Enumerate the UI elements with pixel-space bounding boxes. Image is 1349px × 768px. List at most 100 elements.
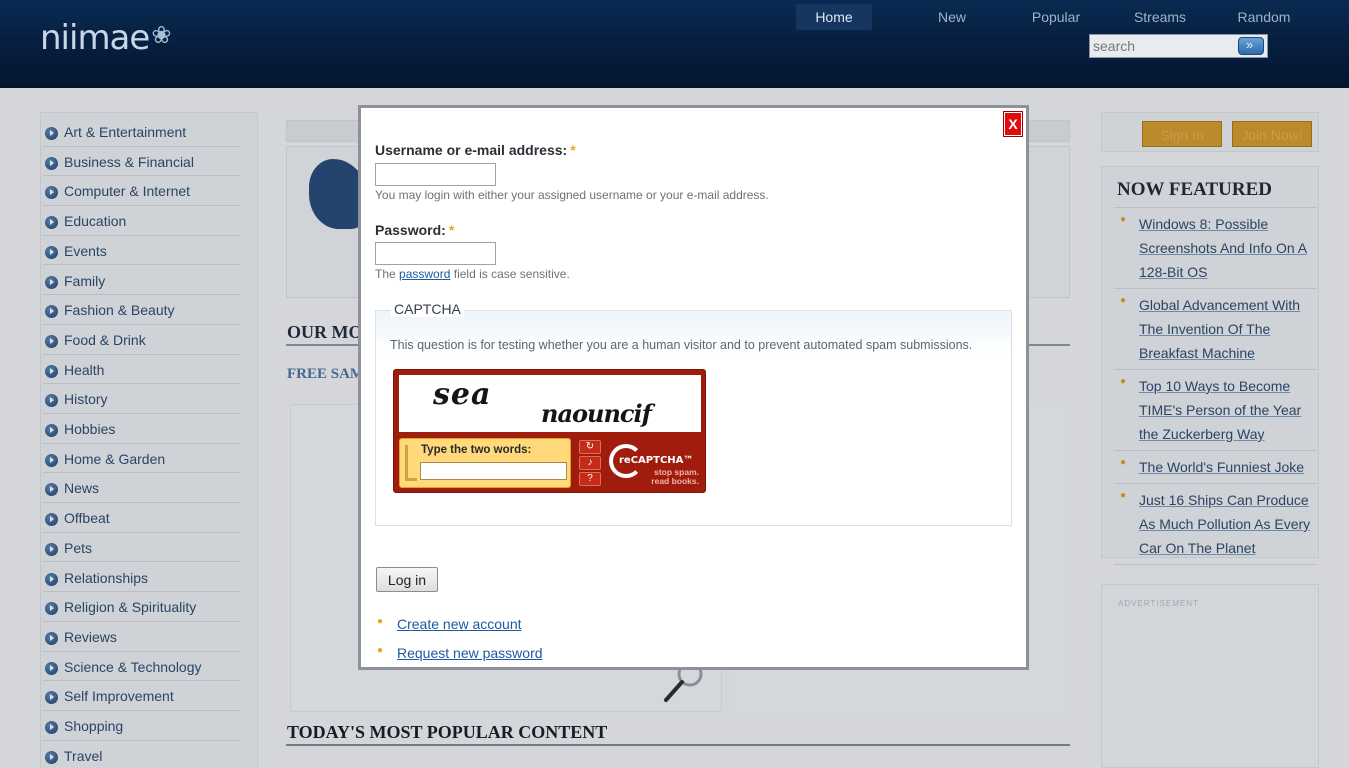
category-label: Computer & Internet: [64, 183, 191, 200]
login-modal: X Username or e-mail address: * You may l…: [358, 105, 1029, 670]
recaptcha-widget: sea naouncif Type the two words: ↻ ♪ ? r…: [393, 369, 706, 493]
close-button[interactable]: X: [1003, 111, 1023, 137]
create-account-link[interactable]: Create new account: [397, 616, 522, 632]
recaptcha-tools: ↻ ♪ ?: [579, 440, 601, 488]
username-field[interactable]: [375, 163, 496, 186]
category-item[interactable]: Offbeat: [43, 503, 241, 533]
category-label: Shopping: [64, 718, 124, 734]
required-mark: *: [448, 222, 455, 238]
category-label: Religion & Spirituality: [64, 599, 197, 616]
category-item[interactable]: Shopping: [43, 711, 241, 741]
recaptcha-input-panel: Type the two words:: [399, 438, 571, 488]
category-item[interactable]: Travel: [43, 741, 241, 768]
category-item[interactable]: Business & Financial: [43, 147, 241, 177]
category-item[interactable]: Hobbies: [43, 414, 241, 444]
category-item[interactable]: Education: [43, 206, 241, 236]
bullet-dot-icon: ●: [377, 645, 384, 656]
section-heading-popular-text: TODAY'S MOST POPULAR CONTENT: [287, 722, 608, 742]
recaptcha-challenge-image: sea naouncif: [399, 375, 701, 432]
password-help-link[interactable]: password: [399, 267, 450, 281]
bullet-arrow-icon: [45, 127, 58, 140]
category-item[interactable]: Relationships: [43, 563, 241, 593]
featured-item[interactable]: ● Just 16 Ships Can Produce As Much Pollu…: [1114, 484, 1317, 565]
refresh-icon[interactable]: ↻: [579, 440, 601, 454]
password-label-text: Password:: [375, 222, 446, 238]
category-item[interactable]: Home & Garden: [43, 444, 241, 474]
category-label: Science & Technology: [64, 658, 202, 675]
category-item[interactable]: Fashion & Beauty: [43, 295, 241, 325]
category-label: Pets: [64, 539, 93, 556]
category-label: History: [64, 391, 108, 408]
main-nav: Home New Popular Streams Random: [796, 4, 1316, 30]
featured-item[interactable]: ● Top 10 Ways to Become TIME's Person of …: [1114, 370, 1317, 451]
recaptcha-prompt: Type the two words:: [421, 444, 532, 456]
featured-item[interactable]: ● Windows 8: Possible Screenshots And Inf…: [1114, 208, 1317, 289]
recaptcha-tagline-2: read books.: [651, 476, 699, 486]
log-in-button[interactable]: Log in: [376, 567, 438, 592]
featured-item-link[interactable]: Just 16 Ships Can Produce As Much Pollut…: [1139, 492, 1310, 556]
category-item[interactable]: Family: [43, 266, 241, 296]
password-label: Password: *: [375, 222, 454, 238]
bullet-dot-icon: ●: [1120, 376, 1127, 387]
category-item[interactable]: History: [43, 384, 241, 414]
nav-popular[interactable]: Popular: [1004, 4, 1108, 30]
audio-icon[interactable]: ♪: [579, 456, 601, 470]
recaptcha-response-field[interactable]: [420, 462, 567, 480]
nav-random[interactable]: Random: [1212, 4, 1316, 30]
captcha-description: This question is for testing whether you…: [390, 338, 973, 352]
category-item[interactable]: Food & Drink: [43, 325, 241, 355]
join-now-button[interactable]: Join Now!: [1232, 121, 1312, 147]
nav-new[interactable]: New: [900, 4, 1004, 30]
featured-list: ● Windows 8: Possible Screenshots And Inf…: [1114, 207, 1317, 565]
featured-item-link[interactable]: Windows 8: Possible Screenshots And Info…: [1139, 216, 1307, 280]
category-item[interactable]: Art & Entertainment: [43, 117, 241, 147]
category-label: Relationships: [64, 569, 149, 586]
search-input[interactable]: [1093, 37, 1233, 55]
bullet-arrow-icon: [45, 572, 58, 586]
category-item[interactable]: Science & Technology: [43, 652, 241, 682]
featured-item-link[interactable]: Top 10 Ways to Become TIME's Person of t…: [1139, 378, 1301, 442]
free-samples-link[interactable]: FREE SAM: [287, 366, 364, 383]
category-item[interactable]: Self Improvement: [43, 681, 241, 711]
nav-home[interactable]: Home: [796, 4, 872, 30]
request-password-link[interactable]: Request new password: [397, 645, 543, 661]
sign-in-button[interactable]: Sign In: [1142, 121, 1222, 147]
search-button[interactable]: »: [1238, 37, 1264, 55]
bullet-arrow-icon: [45, 424, 58, 437]
bullet-dot-icon: ●: [1120, 490, 1127, 501]
bullet-dot-icon: ●: [377, 616, 384, 627]
nav-streams[interactable]: Streams: [1108, 4, 1212, 30]
category-label: Events: [64, 242, 107, 259]
site-logo[interactable]: niimae❀: [40, 18, 171, 58]
username-hint: You may login with either your assigned …: [375, 188, 769, 202]
category-label: Family: [64, 272, 106, 289]
recaptcha-word-1: sea: [433, 377, 492, 412]
required-mark: *: [570, 142, 576, 158]
password-field[interactable]: [375, 242, 496, 265]
help-icon[interactable]: ?: [579, 472, 601, 486]
category-item[interactable]: Events: [43, 236, 241, 266]
category-item[interactable]: News: [43, 473, 241, 504]
category-item[interactable]: Religion & Spirituality: [43, 592, 241, 622]
bullet-dot-icon: ●: [1120, 214, 1127, 225]
logo-text: niimae: [40, 18, 150, 58]
featured-item[interactable]: ● Global Advancement With The Invention O…: [1114, 289, 1317, 370]
category-label: Art & Entertainment: [64, 124, 187, 140]
featured-item-link[interactable]: Global Advancement With The Invention Of…: [1139, 297, 1300, 361]
category-item[interactable]: Computer & Internet: [43, 176, 241, 207]
bullet-arrow-icon: [45, 305, 58, 319]
category-item[interactable]: Health: [43, 355, 241, 385]
now-featured-title: NOW FEATURED: [1117, 179, 1273, 200]
now-featured-panel: NOW FEATURED ● Windows 8: Possible Screen…: [1101, 166, 1319, 565]
featured-item-link[interactable]: The World's Funniest Joke: [1139, 459, 1304, 475]
category-item[interactable]: Reviews: [43, 622, 241, 652]
bullet-arrow-icon: [45, 721, 58, 734]
username-label: Username or e-mail address: *: [375, 142, 576, 158]
bullet-arrow-icon: [45, 602, 58, 616]
category-item[interactable]: Pets: [43, 533, 241, 563]
captcha-legend: CAPTCHA: [391, 301, 464, 317]
featured-item[interactable]: ● The World's Funniest Joke: [1114, 451, 1317, 484]
bullet-arrow-icon: [45, 453, 58, 467]
category-label: Home & Garden: [64, 450, 166, 467]
category-label: Business & Financial: [64, 153, 194, 170]
